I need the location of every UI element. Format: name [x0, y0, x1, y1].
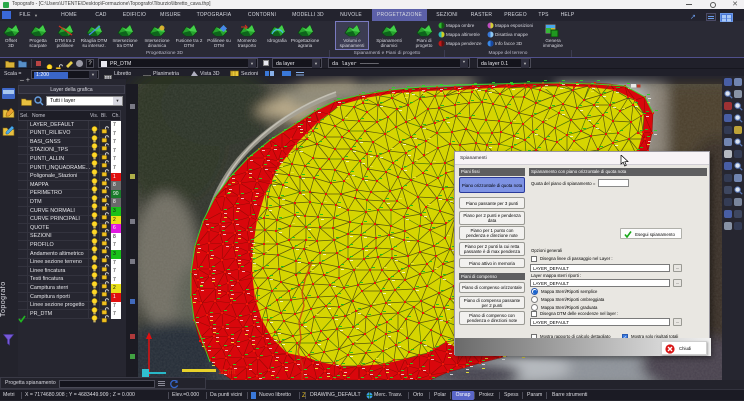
svg-text:10 mt: 10 mt: [218, 369, 236, 376]
